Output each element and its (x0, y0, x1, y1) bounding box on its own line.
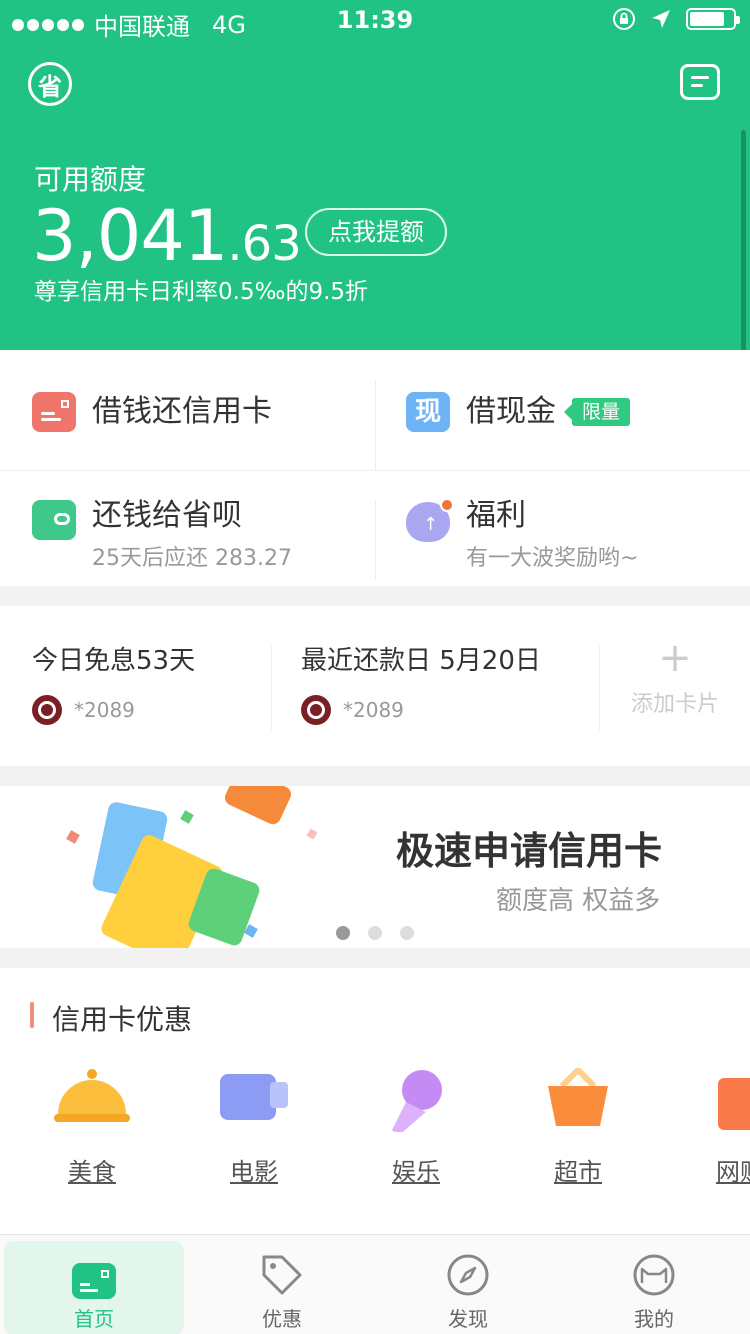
header: 中国联通 4G 11:39 省 可用额度 3,041.63 点我提额 尊享信用卡… (0, 0, 750, 350)
battery-icon (686, 8, 740, 30)
recent-repay-label: 最近还款日 5月20日 (301, 646, 541, 676)
cash-icon: 现 (406, 392, 450, 432)
divider (375, 380, 376, 470)
credit-card-icon (32, 392, 76, 432)
card-info: *2089 (301, 695, 541, 725)
repay-subtitle: 25天后应还 283.27 (92, 546, 292, 571)
compass-icon (447, 1254, 489, 1296)
welfare-item[interactable]: ↑ 福利 有一大波奖励哟~ (406, 496, 638, 572)
tab-profile[interactable]: 我的 (564, 1235, 744, 1334)
add-card-button[interactable]: + 添加卡片 (600, 636, 750, 718)
logo-icon[interactable]: 省 (28, 62, 72, 106)
movie-camera-icon (220, 1074, 288, 1120)
tab-label: 发现 (448, 1307, 488, 1331)
add-card-label: 添加卡片 (630, 692, 719, 717)
card-number: *2089 (74, 698, 135, 722)
tab-deals[interactable]: 优惠 (192, 1235, 372, 1334)
divider (375, 500, 376, 580)
tab-label: 首页 (74, 1307, 114, 1331)
credit-label: 可用额度 (34, 163, 147, 196)
services-panel: 借钱还信用卡 现 借现金 限量 还钱给省呗 25天后应还 283.27 ↑ 福利… (0, 350, 750, 586)
tag-icon (262, 1255, 302, 1295)
profile-cat-icon (633, 1254, 675, 1296)
card-number: *2089 (343, 698, 404, 722)
bank-logo-icon (301, 695, 331, 725)
tab-bar: 首页 优惠 发现 我的 (0, 1234, 750, 1334)
banner-pagination[interactable] (336, 926, 414, 940)
credit-card-deals: 信用卡优惠 美食 电影 娱乐 超市 网购 (0, 968, 750, 1234)
location-arrow-icon (652, 10, 670, 28)
cash-loan-label: 借现金 (466, 394, 556, 429)
card-info: *2089 (32, 695, 195, 725)
section-accent-bar (30, 1002, 34, 1028)
orientation-lock-icon (613, 8, 635, 30)
cards-panel: 今日免息53天 *2089 最近还款日 5月20日 *2089 + 添加卡片 (0, 606, 750, 766)
status-right (612, 7, 740, 31)
deal-label: 娱乐 (392, 1158, 440, 1186)
divider (0, 470, 750, 471)
welfare-subtitle: 有一大波奖励哟~ (466, 546, 639, 571)
borrow-repay-card-item[interactable]: 借钱还信用卡 (32, 392, 272, 432)
shopping-basket-icon (548, 1068, 608, 1126)
money-bag-icon: ↑ (406, 498, 454, 542)
home-icon (72, 1263, 116, 1299)
tab-discover[interactable]: 发现 (378, 1235, 558, 1334)
tab-label: 我的 (634, 1307, 674, 1331)
deal-label: 超市 (554, 1158, 602, 1186)
pagination-dot[interactable] (336, 926, 350, 940)
card-free-interest[interactable]: 今日免息53天 *2089 (32, 640, 195, 725)
section-title: 信用卡优惠 (52, 1003, 193, 1036)
tab-home[interactable]: 首页 (4, 1241, 184, 1334)
pagination-dot[interactable] (368, 926, 382, 940)
promo-banner[interactable]: 极速申请信用卡 额度高 权益多 (0, 786, 750, 948)
message-icon[interactable] (680, 64, 720, 100)
divider (271, 646, 272, 730)
bank-logo-icon (32, 695, 62, 725)
deal-label: 电影 (230, 1158, 278, 1186)
food-cloche-icon (54, 1069, 130, 1122)
status-bar: 中国联通 4G 11:39 (0, 0, 750, 41)
credit-amount: 3,041.63 (32, 195, 302, 284)
plus-icon: + (658, 635, 692, 681)
tab-label: 优惠 (262, 1307, 302, 1331)
repay-text: 还钱给省呗 25天后应还 283.27 (92, 496, 292, 572)
banner-title: 极速申请信用卡 (396, 829, 663, 873)
cash-loan-item[interactable]: 现 借现金 限量 (406, 392, 631, 432)
welfare-title: 福利 (466, 498, 526, 533)
free-interest-label: 今日免息53天 (32, 646, 196, 676)
deal-label: 网购 (716, 1158, 750, 1186)
amount-decimal: .63 (227, 216, 301, 272)
amount-integer: 3,041 (32, 195, 228, 277)
card-recent-repay[interactable]: 最近还款日 5月20日 *2089 (301, 640, 541, 725)
wallet-icon (32, 500, 76, 540)
raise-limit-button[interactable]: 点我提额 (305, 208, 447, 256)
banner-subtitle: 额度高 权益多 (496, 886, 661, 916)
welfare-text: 福利 有一大波奖励哟~ (466, 496, 638, 572)
deal-label: 美食 (68, 1158, 116, 1186)
borrow-repay-card-label: 借钱还信用卡 (92, 394, 272, 429)
pagination-dot[interactable] (400, 926, 414, 940)
microphone-icon (392, 1070, 442, 1132)
shopping-bag-icon (718, 1078, 750, 1130)
rate-text: 尊享信用卡日利率0.5‰的9.5折 (34, 279, 369, 305)
repay-title: 还钱给省呗 (92, 498, 242, 533)
repay-item[interactable]: 还钱给省呗 25天后应还 283.27 (32, 496, 292, 572)
limited-tag: 限量 (563, 398, 631, 426)
